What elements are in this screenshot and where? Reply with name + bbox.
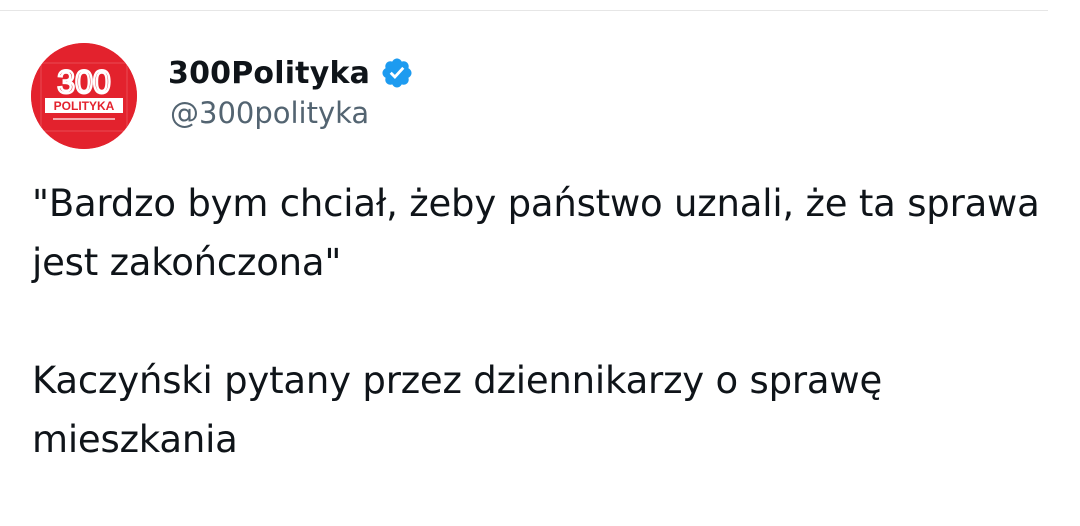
tweet-card: 300 POLITYKA 300Polityka @300polityka "B… <box>0 0 1080 526</box>
avatar-logo-number: 300 <box>57 64 110 100</box>
tweet-text: "Bardzo bym chciał, żeby państwo uznali,… <box>32 174 1042 469</box>
author-name-row: 300Polityka <box>168 51 414 95</box>
verified-badge-icon[interactable] <box>380 56 414 90</box>
avatar-logo: 300 POLITYKA <box>31 43 137 149</box>
avatar-logo-word: POLITYKA <box>54 99 115 113</box>
author-handle[interactable]: @300polityka <box>170 96 369 130</box>
avatar[interactable]: 300 POLITYKA <box>31 43 137 149</box>
tweet-paragraph: Kaczyński pytany przez dziennikarzy o sp… <box>32 359 883 461</box>
author-name[interactable]: 300Polityka <box>168 56 370 91</box>
tweet-paragraph: "Bardzo bym chciał, żeby państwo uznali,… <box>32 182 1040 284</box>
